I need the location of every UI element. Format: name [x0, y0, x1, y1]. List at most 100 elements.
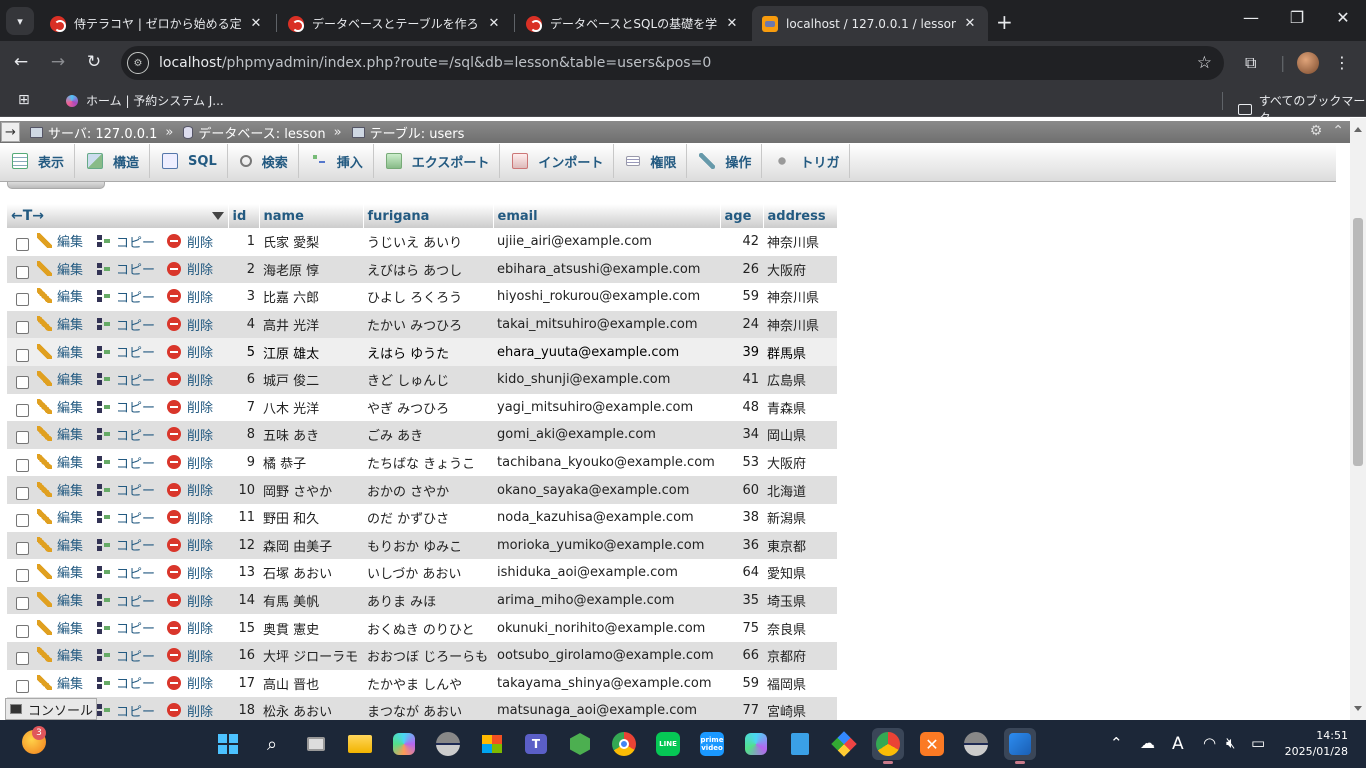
battery-icon[interactable]: ▭: [1251, 734, 1265, 752]
column-header-id[interactable]: id: [228, 204, 260, 228]
chrome-profile-active-icon[interactable]: [872, 728, 904, 764]
row-checkbox[interactable]: [16, 597, 29, 611]
cell-id[interactable]: 8: [228, 421, 259, 449]
table-row[interactable]: 編集 コピー 削除 6 城戸 俊二 きど しゅんじ kido_shunji@example.…: [7, 365, 837, 394]
microsoft-365-copilot-icon[interactable]: [740, 728, 772, 760]
cell-address[interactable]: 新潟県: [763, 503, 837, 532]
column-header-name[interactable]: name: [259, 204, 364, 228]
cell-id[interactable]: 7: [228, 393, 259, 422]
cell-address[interactable]: 神奈川県: [763, 283, 837, 311]
forward-arrow-icon[interactable]: →: [47, 52, 69, 72]
cell-id[interactable]: 10: [228, 476, 259, 504]
cell-email[interactable]: ishiduka_aoi@example.com: [493, 559, 720, 587]
close-tab-icon[interactable]: ✕: [486, 16, 502, 31]
tab-import[interactable]: インポート: [500, 144, 615, 178]
tab-insert[interactable]: 挿入: [299, 144, 374, 178]
row-checkbox[interactable]: [16, 679, 29, 693]
cell-age[interactable]: 35: [720, 586, 763, 615]
cell-address[interactable]: 青森県: [763, 393, 837, 422]
expand-columns-arrows[interactable]: ←T→: [11, 208, 44, 224]
cell-name[interactable]: 橘 恭子: [259, 448, 363, 477]
cell-email[interactable]: arima_miho@example.com: [493, 586, 720, 615]
cell-name[interactable]: 奥貫 憲史: [259, 614, 363, 642]
xampp-shell-icon[interactable]: [432, 728, 464, 760]
edit-link[interactable]: 編集: [37, 259, 83, 278]
tab-export[interactable]: エクスポート: [374, 144, 501, 178]
cell-age[interactable]: 41: [720, 365, 763, 394]
cell-name[interactable]: 高井 光洋: [259, 310, 363, 339]
close-tab-icon[interactable]: ✕: [248, 16, 264, 31]
copy-link[interactable]: コピー: [96, 397, 155, 416]
cell-name[interactable]: 八木 光洋: [259, 393, 363, 422]
copy-link[interactable]: コピー: [96, 701, 155, 720]
table-row[interactable]: 編集 コピー 削除 8 五味 あき ごみ あき gomi_aki@example.com 34…: [7, 421, 837, 449]
cell-furigana[interactable]: きど しゅんじ: [363, 365, 493, 394]
edit-link[interactable]: 編集: [37, 645, 83, 664]
tab-browse[interactable]: 表示: [0, 144, 76, 178]
delete-link[interactable]: 削除: [167, 287, 213, 306]
close-tab-icon[interactable]: ✕: [724, 16, 740, 31]
cell-email[interactable]: ebihara_atsushi@example.com: [493, 255, 720, 284]
cell-name[interactable]: 野田 和久: [259, 503, 363, 532]
cell-furigana[interactable]: えはら ゆうた: [363, 338, 493, 366]
cell-id[interactable]: 12: [228, 531, 259, 560]
copy-link[interactable]: コピー: [96, 342, 155, 361]
delete-link[interactable]: 削除: [167, 425, 213, 444]
cell-age[interactable]: 34: [720, 421, 763, 449]
edit-link[interactable]: 編集: [37, 535, 83, 554]
git-app-icon[interactable]: [828, 728, 860, 760]
delete-link[interactable]: 削除: [167, 480, 213, 499]
cell-age[interactable]: 75: [720, 614, 763, 642]
cell-email[interactable]: ehara_yuuta@example.com: [493, 338, 720, 366]
column-header-age[interactable]: age: [720, 204, 764, 228]
cell-furigana[interactable]: ありま みほ: [363, 586, 493, 615]
cell-id[interactable]: 1: [228, 228, 259, 256]
search-icon[interactable]: ⌕: [256, 728, 288, 760]
task-view-icon[interactable]: [300, 728, 332, 760]
tab-privileges[interactable]: 権限: [614, 144, 688, 178]
cell-id[interactable]: 15: [228, 614, 259, 642]
cell-furigana[interactable]: のだ かずひさ: [363, 503, 493, 532]
cell-address[interactable]: 岡山県: [763, 421, 837, 449]
delete-link[interactable]: 削除: [167, 563, 213, 582]
system-clock[interactable]: 14:51 2025/01/28: [1282, 728, 1348, 760]
navigation-toggle-icon[interactable]: →: [1, 122, 20, 142]
cell-address[interactable]: 大阪府: [763, 448, 837, 477]
table-row[interactable]: 編集 コピー 削除 2 海老原 惇えびはら あつし ebihara_atsushi@exa…: [7, 255, 837, 284]
prime-video-icon[interactable]: prime video: [696, 728, 728, 760]
copy-link[interactable]: コピー: [96, 315, 155, 334]
cell-id[interactable]: 2: [228, 255, 259, 284]
address-bar[interactable]: ⚙ localhost/phpmyadmin/index.php?route=/…: [121, 46, 1224, 80]
cell-email[interactable]: noda_kazuhisa@example.com: [493, 503, 720, 532]
row-checkbox[interactable]: [16, 321, 29, 335]
table-row[interactable]: 編集 コピー 削除 13 石塚 あおい いしづか あおい ishiduka_aoi@exam…: [7, 559, 837, 587]
row-checkbox[interactable]: [16, 486, 29, 500]
copy-link[interactable]: コピー: [96, 646, 155, 665]
cell-furigana[interactable]: ひよし ろくろう: [363, 283, 493, 311]
delete-link[interactable]: 削除: [167, 397, 213, 416]
edit-link[interactable]: 編集: [37, 342, 83, 361]
cell-id[interactable]: 3: [228, 283, 259, 311]
table-row[interactable]: 編集 コピー 削除 16 大坪 ジローラモ おおつぼ じろーらも ootsubo_girol…: [7, 641, 837, 670]
cell-address[interactable]: 大阪府: [763, 255, 837, 284]
copy-link[interactable]: コピー: [96, 453, 155, 472]
row-checkbox[interactable]: [16, 348, 29, 362]
close-tab-icon[interactable]: ✕: [962, 16, 978, 31]
cell-address[interactable]: 群馬県: [763, 338, 837, 366]
edit-link[interactable]: 編集: [37, 452, 83, 471]
cell-id[interactable]: 13: [228, 559, 259, 587]
table-row[interactable]: 編集 コピー 削除 14 有馬 美帆 ありま みほ arima_miho@example.c…: [7, 586, 837, 615]
cell-age[interactable]: 59: [720, 669, 763, 698]
cell-age[interactable]: 59: [720, 283, 763, 311]
row-checkbox[interactable]: [16, 238, 29, 252]
delete-link[interactable]: 削除: [167, 453, 213, 472]
delete-link[interactable]: 削除: [167, 701, 213, 720]
browser-tab-4-active[interactable]: localhost / 127.0.0.1 / lesson / u ✕: [752, 6, 988, 41]
column-header-email[interactable]: email: [493, 204, 721, 228]
cell-furigana[interactable]: おくぬき のりひと: [363, 614, 493, 642]
cell-age[interactable]: 38: [720, 503, 763, 532]
minimize-icon[interactable]: —: [1236, 8, 1266, 27]
cell-age[interactable]: 42: [720, 228, 763, 256]
cell-email[interactable]: ootsubo_girolamo@example.com: [493, 641, 720, 670]
table-row[interactable]: 編集 コピー 削除 5 江原 雄太 えはら ゆうた ehara_yuuta@example.…: [7, 338, 837, 366]
